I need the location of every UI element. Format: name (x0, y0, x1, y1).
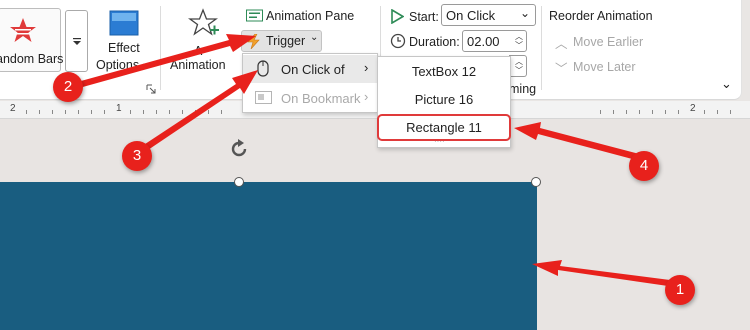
arrow-4 (514, 122, 643, 161)
callout-badge-1: 1 (665, 275, 695, 305)
arrow-1 (532, 260, 670, 286)
callout-badge-3: 3 (122, 141, 152, 171)
arrow-3 (136, 70, 258, 154)
arrow-2 (70, 34, 256, 90)
callout-badge-4: 4 (629, 151, 659, 181)
callout-badge-2: 2 (53, 72, 83, 102)
